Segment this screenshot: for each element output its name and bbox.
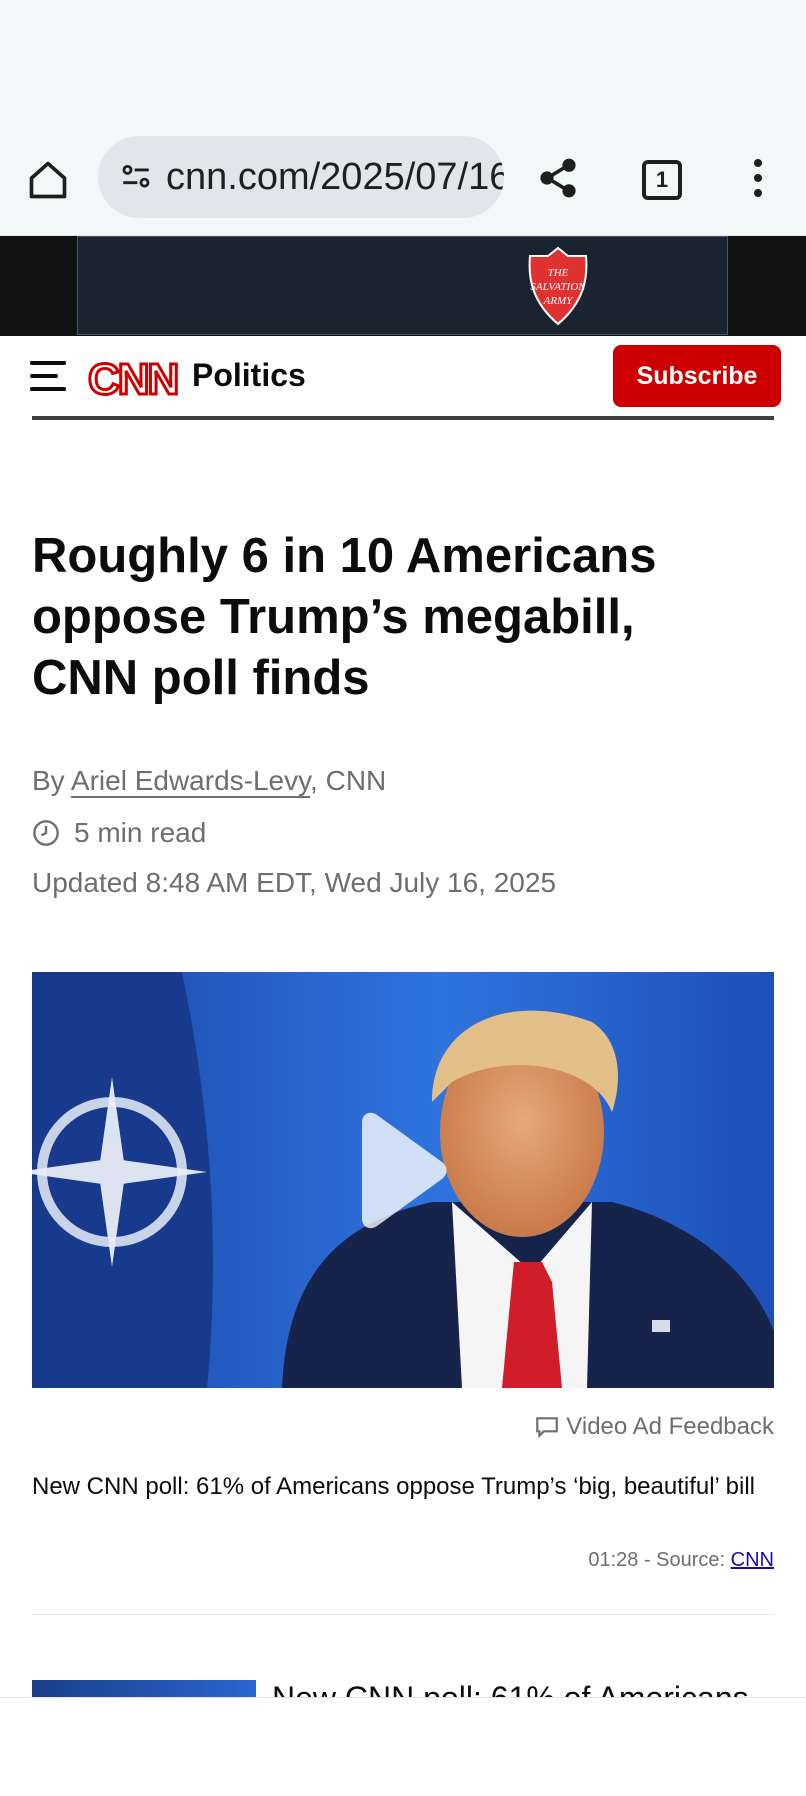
video-player[interactable] xyxy=(32,972,774,1388)
svg-text:CNN: CNN xyxy=(88,355,177,402)
svg-text:THE: THE xyxy=(548,267,569,279)
menu-icon[interactable] xyxy=(30,359,70,393)
address-bar[interactable]: cnn.com/2025/07/16/politics/trump-big-be… xyxy=(98,136,504,218)
read-time: 5 min read xyxy=(32,817,206,849)
bottom-bar xyxy=(0,1697,806,1796)
byline-outlet: , CNN xyxy=(310,765,387,796)
ad-creative[interactable]: THE SALVATION ARMY xyxy=(77,236,728,335)
salvation-army-logo: THE SALVATION ARMY xyxy=(528,246,588,326)
feedback-icon xyxy=(536,1417,559,1439)
video-ad-feedback[interactable]: Video Ad Feedback xyxy=(534,1413,774,1441)
more-vert-icon xyxy=(752,158,764,203)
video-source: 01:28 - Source: CNN xyxy=(588,1549,774,1572)
tab-switcher-button[interactable]: 1 xyxy=(632,150,692,210)
url-text: cnn.com/2025/07/16/politics/trump-big-be… xyxy=(166,155,504,198)
cnn-logo[interactable]: CNN xyxy=(88,352,184,403)
author-link[interactable]: Ariel Edwards-Levy xyxy=(71,765,310,796)
home-button[interactable] xyxy=(20,154,76,210)
related-video-title: New CNN poll: 61% of Americans xyxy=(272,1680,749,1697)
ad-feedback-label: Video Ad Feedback xyxy=(566,1413,774,1440)
source-link[interactable]: CNN xyxy=(731,1549,774,1571)
ad-banner[interactable]: THE SALVATION ARMY xyxy=(0,236,806,336)
site-header: CNN Politics Subscribe xyxy=(0,337,806,422)
home-icon xyxy=(26,158,70,207)
header-rule xyxy=(32,416,774,420)
article-headline: Roughly 6 in 10 Americans oppose Trump’s… xyxy=(32,529,657,705)
related-video-thumbnail xyxy=(32,1680,256,1697)
subscribe-button[interactable]: Subscribe xyxy=(613,345,781,407)
tab-count: 1 xyxy=(642,160,682,200)
video-caption: New CNN poll: 61% of Americans oppose Tr… xyxy=(32,1473,756,1500)
svg-text:ARMY: ARMY xyxy=(543,295,575,307)
share-button[interactable] xyxy=(528,150,588,210)
byline: By Ariel Edwards-Levy, CNN xyxy=(32,765,386,797)
byline-prefix: By xyxy=(32,765,71,796)
duration-source: 01:28 - Source: xyxy=(588,1549,731,1571)
browser-toolbar: cnn.com/2025/07/16/politics/trump-big-be… xyxy=(0,120,806,236)
svg-text:SALVATION: SALVATION xyxy=(530,281,586,293)
site-settings-icon[interactable] xyxy=(116,157,156,197)
updated-timestamp: Updated 8:48 AM EDT, Wed July 16, 2025 xyxy=(32,867,557,898)
clock-icon xyxy=(33,820,59,846)
related-video-item[interactable]: New CNN poll: 61% of Americans xyxy=(0,1660,806,1697)
browser-menu-button[interactable] xyxy=(728,150,788,210)
share-icon xyxy=(536,156,580,205)
divider xyxy=(32,1614,774,1615)
status-area xyxy=(0,0,806,120)
section-title[interactable]: Politics xyxy=(192,357,306,394)
video-thumbnail xyxy=(32,972,774,1388)
read-time-label: 5 min read xyxy=(74,817,207,848)
